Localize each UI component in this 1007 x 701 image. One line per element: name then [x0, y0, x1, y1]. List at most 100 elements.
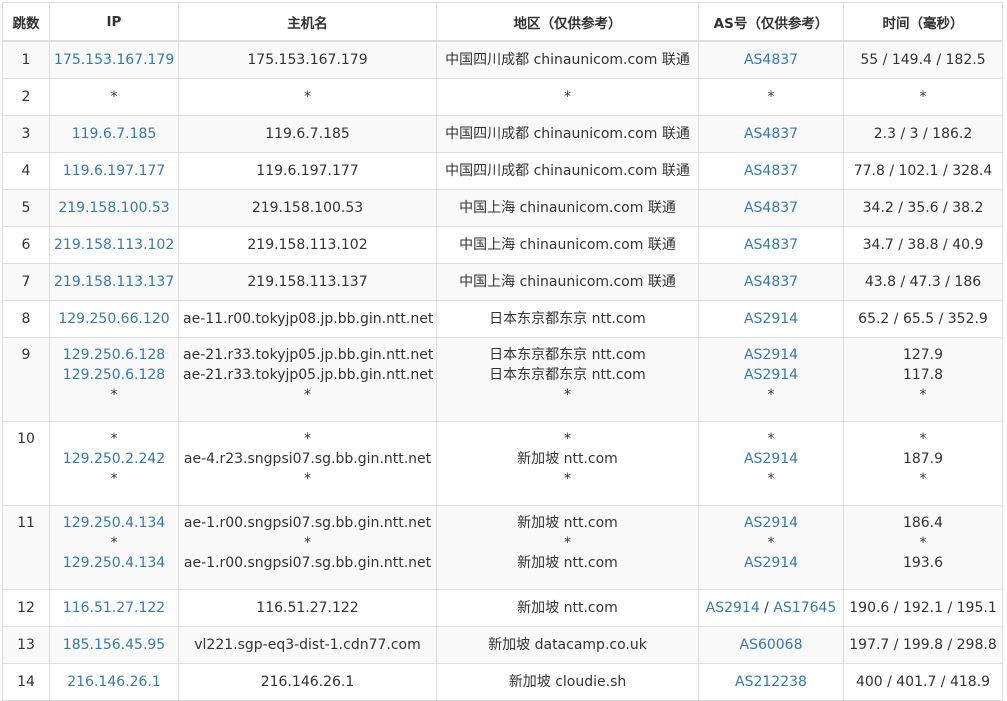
as-line: AS4837: [703, 154, 839, 189]
hop-cell: 11: [2, 505, 50, 590]
as-line: AS2914: [703, 302, 839, 337]
hop-cell: 12: [2, 589, 50, 627]
ip-cell: 175.153.167.179: [49, 40, 179, 79]
region-text: 新加坡 ntt.com: [517, 451, 618, 467]
ip-cell: 219.158.113.102: [49, 226, 179, 264]
table-row: 2 * * * * *: [2, 78, 1003, 116]
ip-empty: *: [110, 431, 118, 447]
time-text: 43.8 / 47.3 / 186: [864, 274, 982, 290]
hostname-text: 216.146.26.1: [260, 674, 355, 690]
as-cell: AS4837: [698, 152, 844, 190]
hop-number: 11: [17, 515, 35, 531]
time-text: 197.7 / 199.8 / 298.8: [849, 637, 997, 653]
hop-cell: 3: [2, 115, 50, 153]
ip-link[interactable]: 129.250.66.120: [54, 302, 174, 337]
as-line: AS2914 / AS17645: [703, 591, 839, 626]
as-link[interactable]: AS2914: [744, 515, 798, 531]
time-cell: 197.7 / 199.8 / 298.8: [843, 626, 1003, 664]
hostname-text: *: [304, 471, 311, 487]
traceroute-table: 跳数 IP 主机名 地区（仅供参考） AS号（仅供参考） 时间（毫秒） 1 175…: [2, 2, 1003, 701]
hop-cell: 5: [2, 189, 50, 227]
as-line: *: [703, 429, 839, 449]
time-cell: 34.7 / 38.8 / 40.9: [843, 226, 1003, 264]
as-link[interactable]: AS212238: [735, 674, 807, 690]
region-text: 新加坡 ntt.com: [517, 515, 618, 531]
as-link[interactable]: AS2914: [744, 347, 798, 363]
as-cell: *: [698, 78, 844, 116]
as-link[interactable]: AS2914: [744, 555, 798, 571]
ip-link[interactable]: 129.250.6.128: [54, 365, 174, 385]
hop-cell: 9: [2, 337, 50, 422]
table-row: 9 129.250.6.128 129.250.6.128 * ae-21.r33.to…: [2, 337, 1003, 422]
as-line: AS4837: [703, 228, 839, 263]
region-cell: 日本东京都东京 ntt.com: [436, 300, 699, 338]
header-ip: IP: [49, 2, 179, 42]
time-cell: 186.4 * 193.6: [843, 505, 1003, 590]
ip-link[interactable]: 219.158.100.53: [54, 191, 174, 226]
region-text: 中国四川成都 chinaunicom.com 联通: [445, 126, 690, 142]
hostname-cell: vl221.sgp-eq3-dist-1.cdn77.com: [178, 626, 437, 664]
region-text: 中国四川成都 chinaunicom.com 联通: [445, 52, 690, 68]
as-link[interactable]: AS2914: [744, 311, 798, 327]
ip-link[interactable]: 175.153.167.179: [54, 42, 174, 78]
ip-link[interactable]: 129.250.4.134: [54, 553, 174, 573]
as-cell: AS212238: [698, 663, 844, 701]
time-text: 2.3 / 3 / 186.2: [873, 126, 973, 142]
region-text: *: [564, 89, 571, 105]
as-link[interactable]: AS60068: [740, 637, 803, 653]
hostname-text: *: [304, 387, 311, 403]
ip-link[interactable]: 216.146.26.1: [54, 665, 174, 700]
time-cell: 190.6 / 192.1 / 195.1: [843, 589, 1003, 627]
hostname-text: ae-11.r00.tokyjp08.jp.bb.gin.ntt.net: [183, 311, 434, 327]
as-link[interactable]: AS17645: [773, 600, 836, 616]
as-link[interactable]: AS4837: [744, 237, 798, 253]
as-link[interactable]: AS4837: [744, 126, 798, 142]
region-cell: 中国上海 chinaunicom.com 联通: [436, 263, 699, 301]
ip-link[interactable]: 129.250.4.134: [54, 513, 174, 533]
region-cell: 中国四川成都 chinaunicom.com 联通: [436, 152, 699, 190]
ip-link[interactable]: 219.158.113.137: [54, 265, 174, 300]
as-link[interactable]: AS4837: [744, 163, 798, 179]
table-row: 3 119.6.7.185 119.6.7.185 中国四川成都 chinaunico…: [2, 115, 1003, 153]
header-hop: 跳数: [2, 2, 50, 42]
hop-cell: 1: [2, 40, 50, 79]
as-link[interactable]: AS2914: [706, 600, 760, 616]
hostname-text: 219.158.100.53: [251, 200, 364, 216]
ip-link[interactable]: 116.51.27.122: [54, 591, 174, 626]
table-header-row: 跳数 IP 主机名 地区（仅供参考） AS号（仅供参考） 时间（毫秒）: [2, 2, 1003, 42]
table-row: 14 216.146.26.1 216.146.26.1 新加坡 cloudie.sh…: [2, 663, 1003, 701]
hop-number: 5: [21, 200, 31, 216]
region-cell: *: [436, 78, 699, 116]
as-line: AS2914: [703, 365, 839, 385]
region-text: 日本东京都东京 ntt.com: [489, 367, 646, 383]
hop-cell: 8: [2, 300, 50, 338]
hop-number: 13: [17, 637, 35, 653]
table-row: 4 119.6.197.177 119.6.197.177 中国四川成都 chinau…: [2, 152, 1003, 190]
table-row: 6 219.158.113.102 219.158.113.102 中国上海 chin…: [2, 226, 1003, 264]
as-line: AS2914: [703, 345, 839, 365]
as-link[interactable]: AS4837: [744, 52, 798, 68]
as-link[interactable]: AS2914: [744, 367, 798, 383]
table-row: 13 185.156.45.95 vl221.sgp-eq3-dist-1.cdn7…: [2, 626, 1003, 664]
time-cell: 400 / 401.7 / 418.9: [843, 663, 1003, 701]
hop-number: 14: [17, 674, 35, 690]
as-empty: *: [767, 535, 775, 551]
ip-cell: 216.146.26.1: [49, 663, 179, 701]
ip-link[interactable]: 119.6.7.185: [54, 117, 174, 152]
as-link[interactable]: AS4837: [744, 200, 798, 216]
ip-link[interactable]: 129.250.6.128: [54, 345, 174, 365]
time-text: *: [919, 89, 927, 105]
hop-number: 12: [17, 600, 35, 616]
ip-link[interactable]: 185.156.45.95: [54, 628, 174, 663]
as-cell: AS2914 / AS17645: [698, 589, 844, 627]
as-link[interactable]: AS2914: [744, 451, 798, 467]
hostname-cell: ae-1.r00.sngpsi07.sg.bb.gin.ntt.net * ae-1…: [178, 505, 437, 590]
ip-link[interactable]: 129.250.2.242: [54, 449, 174, 469]
region-text: 新加坡 ntt.com: [517, 555, 618, 571]
time-text: *: [919, 431, 927, 447]
ip-link[interactable]: 219.158.113.102: [54, 228, 174, 263]
ip-link[interactable]: 119.6.197.177: [54, 154, 174, 189]
as-link[interactable]: AS4837: [744, 274, 798, 290]
hop-cell: 2: [2, 78, 50, 116]
as-empty: *: [767, 387, 775, 403]
